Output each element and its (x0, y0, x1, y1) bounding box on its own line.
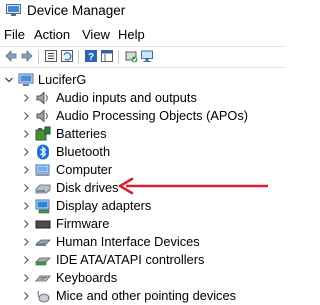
tree-item-apos[interactable]: Audio Processing Objects (APOs) (0, 107, 285, 125)
tree-item-mice[interactable]: Mice and other pointing devices (0, 287, 285, 305)
chevron-right-icon[interactable] (21, 145, 31, 159)
bluetooth-icon (37, 144, 49, 160)
chevron-right-icon[interactable] (21, 235, 31, 249)
tree-item-display-adapters[interactable]: Display adapters (0, 197, 285, 215)
tree-item-audio-inputs[interactable]: Audio inputs and outputs (0, 89, 285, 107)
tree-item-label: Computer (56, 162, 113, 177)
tree-item-bluetooth[interactable]: Bluetooth (0, 143, 285, 161)
tree-root[interactable]: LuciferG (0, 71, 285, 89)
menu-help[interactable]: Help (118, 26, 145, 44)
disk-drive-icon (35, 184, 51, 194)
chevron-right-icon[interactable] (21, 181, 31, 195)
svg-text:?: ? (88, 52, 94, 63)
tree-item-label: Keyboards (56, 270, 118, 285)
tree-item-label: IDE ATA/ATAPI controllers (56, 252, 205, 267)
chevron-right-icon[interactable] (21, 91, 31, 105)
forward-icon[interactable] (20, 49, 34, 63)
help-icon[interactable]: ? (84, 49, 98, 63)
chevron-right-icon[interactable] (21, 163, 31, 177)
refresh-icon[interactable] (60, 49, 74, 63)
computer-root-icon (18, 73, 34, 86)
chevron-right-icon[interactable] (21, 289, 31, 303)
menu-action[interactable]: Action (34, 26, 70, 44)
tree-item-firmware[interactable]: Firmware (0, 215, 285, 233)
tree-item-batteries[interactable]: Batteries (0, 125, 285, 143)
toolbar-separator (78, 50, 79, 64)
chevron-right-icon[interactable] (21, 253, 31, 267)
chevron-down-icon[interactable] (4, 73, 14, 87)
tree-item-label: Firmware (56, 216, 110, 231)
toolbar-separator (118, 50, 119, 64)
toolbar: ? (0, 46, 285, 68)
speaker-icon (36, 91, 48, 105)
display-adapter-icon (35, 199, 50, 214)
monitor-icon[interactable] (140, 49, 154, 63)
tree-item-keyboards[interactable]: Keyboards (0, 269, 285, 287)
chevron-right-icon[interactable] (21, 109, 31, 123)
title-bar: Device Manager (0, 0, 285, 24)
tree-item-label: Display adapters (56, 198, 152, 213)
menu-bar: File Action View Help (0, 26, 285, 46)
hid-icon (35, 239, 51, 246)
chevron-right-icon[interactable] (21, 271, 31, 285)
tree-item-label: Audio inputs and outputs (56, 90, 197, 105)
menu-file[interactable]: File (4, 26, 25, 44)
battery-icon (35, 126, 51, 141)
tree-item-label: Batteries (56, 126, 107, 141)
tree-item-label: Disk drives (56, 180, 119, 195)
back-icon[interactable] (4, 49, 18, 63)
device-manager-icon (6, 4, 21, 16)
tree-item-label: Bluetooth (56, 144, 111, 159)
annotation-arrow-icon (118, 177, 268, 195)
chevron-right-icon[interactable] (21, 217, 31, 231)
update-driver-icon[interactable] (124, 49, 138, 63)
tree-item-ide[interactable]: IDE ATA/ATAPI controllers (0, 251, 285, 269)
keyboard-icon (35, 275, 51, 282)
tree-item-label: Mice and other pointing devices (56, 288, 236, 303)
console-icon[interactable] (100, 49, 114, 63)
speaker-icon (36, 109, 48, 123)
mouse-icon (37, 290, 50, 303)
properties-icon[interactable] (44, 49, 58, 63)
tree-item-hid[interactable]: Human Interface Devices (0, 233, 285, 251)
tree-root-label: LuciferG (38, 72, 87, 87)
tree-item-label: Human Interface Devices (56, 234, 200, 249)
ide-controller-icon (35, 257, 51, 266)
firmware-icon (35, 220, 51, 229)
toolbar-separator (38, 50, 39, 64)
window-title: Device Manager (27, 3, 126, 18)
computer-icon (35, 164, 50, 176)
menu-view[interactable]: View (82, 26, 110, 44)
chevron-right-icon[interactable] (21, 127, 31, 141)
tree-item-label: Audio Processing Objects (APOs) (56, 108, 249, 123)
chevron-right-icon[interactable] (21, 199, 31, 213)
